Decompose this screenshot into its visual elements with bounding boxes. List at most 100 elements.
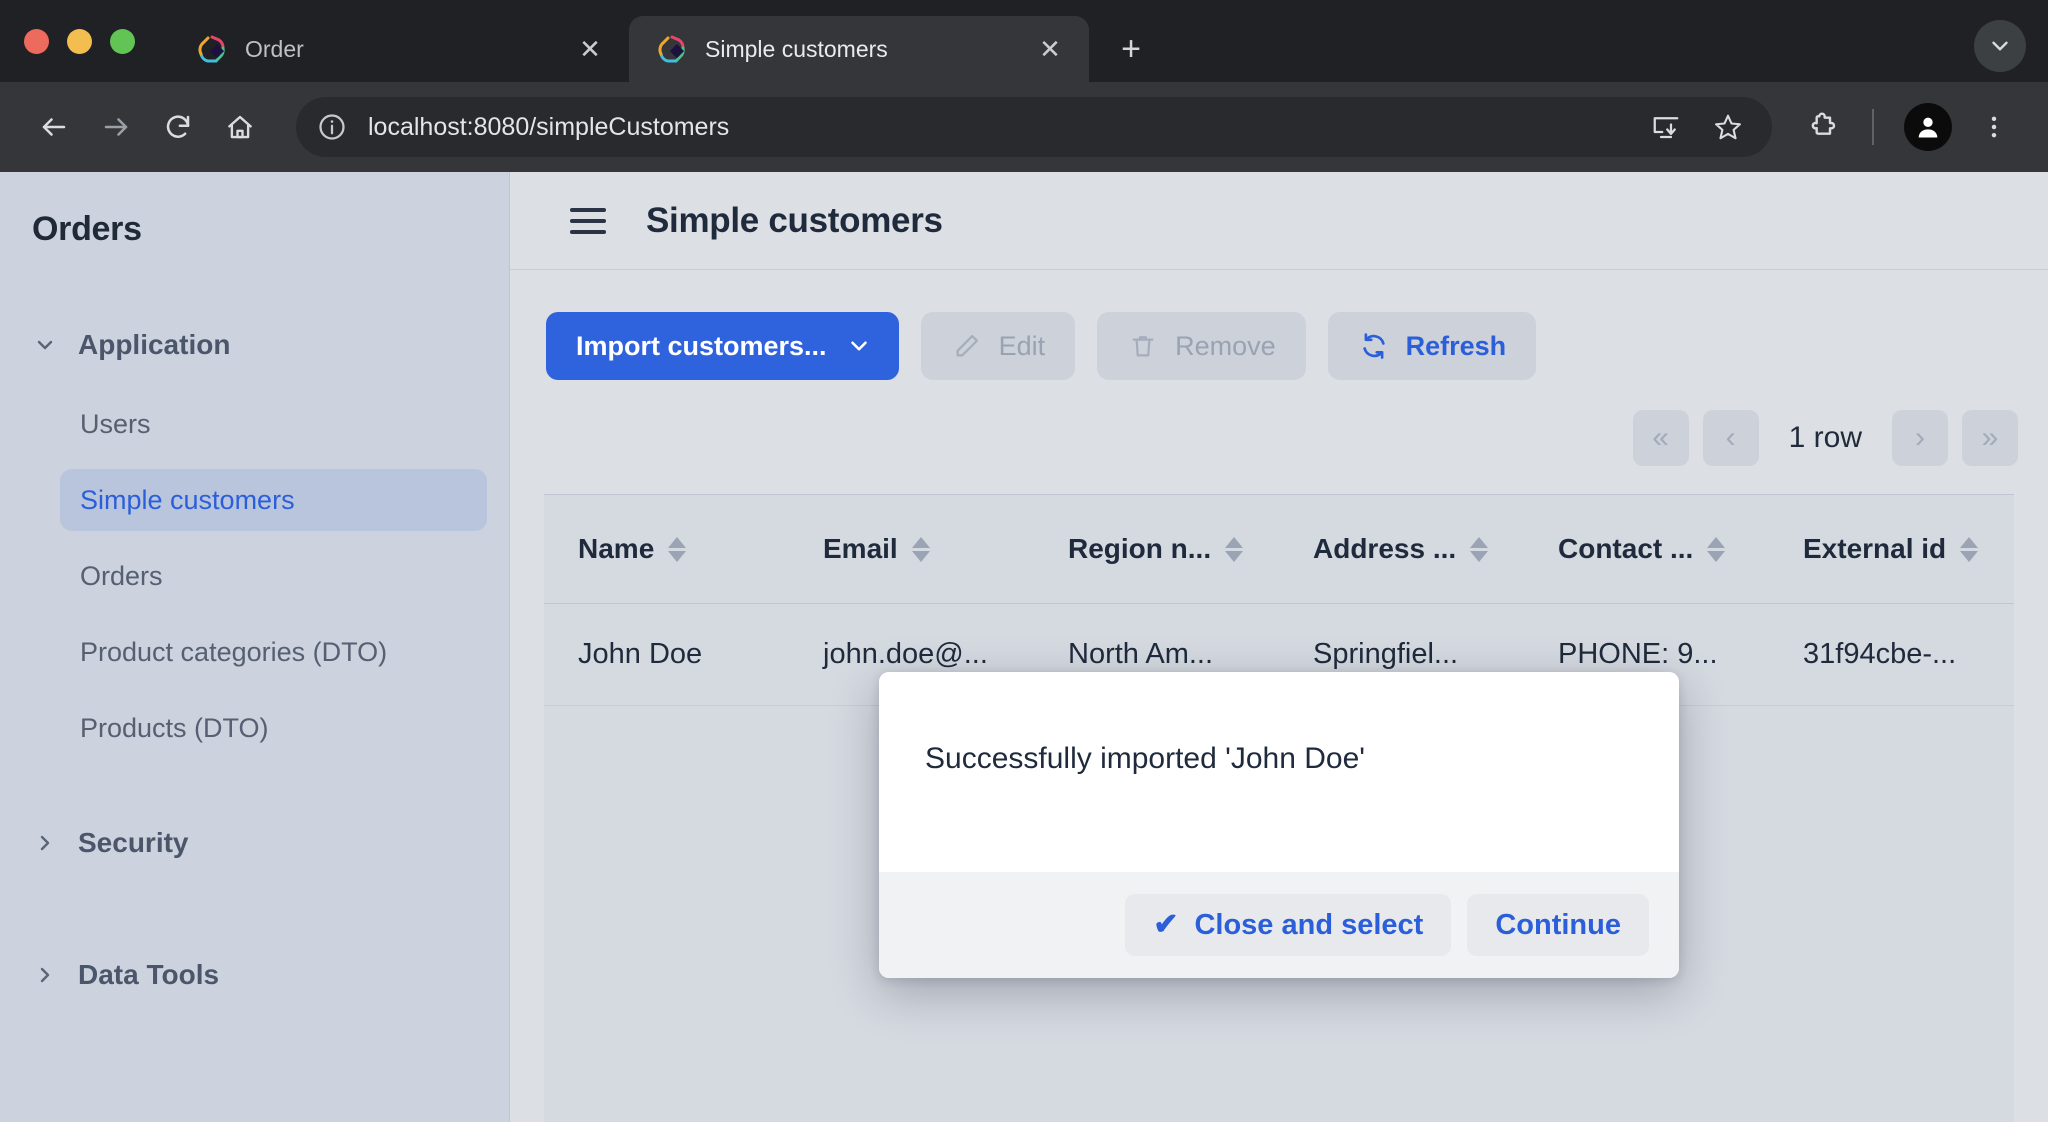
install-app-icon[interactable] [1638,99,1694,155]
sidebar: Orders Application Users Simple customer… [0,172,510,1122]
column-label: Contact ... [1558,533,1693,565]
table-header: Name Email Region n... Address ... Conta… [544,495,2014,604]
maximize-window-button[interactable] [110,29,135,54]
url-text: localhost:8080/simpleCustomers [368,113,1638,142]
sidebar-group-application[interactable]: Application [0,319,509,371]
column-header-contact[interactable]: Contact ... [1524,495,1769,604]
close-and-select-label: Close and select [1194,909,1423,942]
continue-button[interactable]: Continue [1467,894,1649,956]
import-customers-label: Import customers... [576,331,827,362]
diamond-logo-icon [657,34,687,64]
reload-icon[interactable] [150,99,206,155]
sidebar-item-users[interactable]: Users [60,393,487,455]
edit-button[interactable]: Edit [921,312,1076,380]
sort-icon[interactable] [1470,537,1488,562]
row-count-label: 1 row [1773,421,1878,455]
sidebar-item-label: Simple customers [80,485,295,516]
dialog-message: Successfully imported 'John Doe' [925,742,1633,776]
import-result-dialog: Successfully imported 'John Doe' ✔ Close… [879,672,1679,978]
column-header-name[interactable]: Name [544,495,789,604]
first-page-button[interactable]: « [1633,410,1689,466]
sort-icon[interactable] [1707,537,1725,562]
pagination: « ‹ 1 row › » [510,380,2048,466]
check-icon: ✔ [1153,910,1178,940]
sidebar-group-data-tools[interactable]: Data Tools [0,949,509,1001]
column-label: Region n... [1068,533,1211,565]
remove-label: Remove [1175,331,1276,362]
column-header-region-name[interactable]: Region n... [1034,495,1279,604]
browser-toolbar: localhost:8080/simpleCustomers [0,82,2048,172]
refresh-label: Refresh [1406,331,1507,362]
page-title: Simple customers [646,201,943,241]
sidebar-item-product-categories[interactable]: Product categories (DTO) [60,621,487,683]
refresh-button[interactable]: Refresh [1328,312,1537,380]
trash-icon [1127,330,1159,362]
sidebar-group-security[interactable]: Security [0,817,509,869]
minimize-window-button[interactable] [67,29,92,54]
sidebar-item-label: Products (DTO) [80,713,269,744]
sidebar-item-products[interactable]: Products (DTO) [60,697,487,759]
sort-icon[interactable] [668,537,686,562]
action-toolbar: Import customers... Edit Remove [510,270,2048,380]
sidebar-item-label: Orders [80,561,163,592]
hamburger-menu-icon[interactable] [570,208,606,234]
page-header: Simple customers [510,172,2048,270]
import-customers-button[interactable]: Import customers... [546,312,899,380]
cell-name: John Doe [544,604,789,706]
column-header-address[interactable]: Address ... [1279,495,1524,604]
close-and-select-button[interactable]: ✔ Close and select [1125,894,1451,956]
remove-button[interactable]: Remove [1097,312,1306,380]
omnibox-actions [1638,99,1756,155]
sort-icon[interactable] [1960,537,1978,562]
sidebar-item-simple-customers[interactable]: Simple customers [60,469,487,531]
dialog-body: Successfully imported 'John Doe' [879,672,1679,872]
browser-tab-order[interactable]: Order ✕ [169,16,629,82]
sidebar-item-orders[interactable]: Orders [60,545,487,607]
sidebar-group-label: Application [78,329,230,361]
info-circle-icon[interactable] [310,105,354,149]
three-dot-menu-icon[interactable] [1966,99,2022,155]
refresh-icon [1358,330,1390,362]
tab-title: Order [245,36,555,63]
chevron-down-icon[interactable] [1974,20,2026,72]
close-window-button[interactable] [24,29,49,54]
diamond-logo-icon [197,34,227,64]
window-controls [24,0,169,82]
cell-external-id: 31f94cbe-... [1769,604,2014,706]
continue-label: Continue [1495,909,1621,942]
chevron-right-icon [32,962,58,988]
new-tab-button[interactable]: + [1107,25,1155,73]
prev-page-button[interactable]: ‹ [1703,410,1759,466]
back-arrow-icon[interactable] [26,99,82,155]
next-page-button[interactable]: › [1892,410,1948,466]
column-header-email[interactable]: Email [789,495,1034,604]
main-content: Simple customers Import customers... Edi… [510,172,2048,1122]
chevron-down-icon [843,330,875,362]
column-label: Address ... [1313,533,1456,565]
dialog-footer: ✔ Close and select Continue [879,872,1679,978]
pencil-icon [951,330,983,362]
sidebar-item-label: Product categories (DTO) [80,637,387,668]
tab-title: Simple customers [705,36,1015,63]
table-header-row: Name Email Region n... Address ... Conta… [544,495,2014,604]
sidebar-group-label: Data Tools [78,959,219,991]
sidebar-group-label: Security [78,827,189,859]
home-icon[interactable] [212,99,268,155]
address-bar[interactable]: localhost:8080/simpleCustomers [296,97,1772,157]
toolbar-divider [1872,109,1874,145]
forward-arrow-icon[interactable] [88,99,144,155]
profile-avatar-icon[interactable] [1904,103,1952,151]
sort-icon[interactable] [1225,537,1243,562]
puzzle-icon[interactable] [1794,99,1850,155]
column-label: External id [1803,533,1946,565]
column-header-external-id[interactable]: External id [1769,495,2014,604]
column-label: Email [823,533,898,565]
close-icon[interactable]: ✕ [1033,32,1067,66]
browser-tab-simple-customers[interactable]: Simple customers ✕ [629,16,1089,82]
last-page-button[interactable]: » [1962,410,2018,466]
sort-icon[interactable] [912,537,930,562]
column-label: Name [578,533,654,565]
star-icon[interactable] [1700,99,1756,155]
sidebar-item-label: Users [80,409,151,440]
close-icon[interactable]: ✕ [573,32,607,66]
